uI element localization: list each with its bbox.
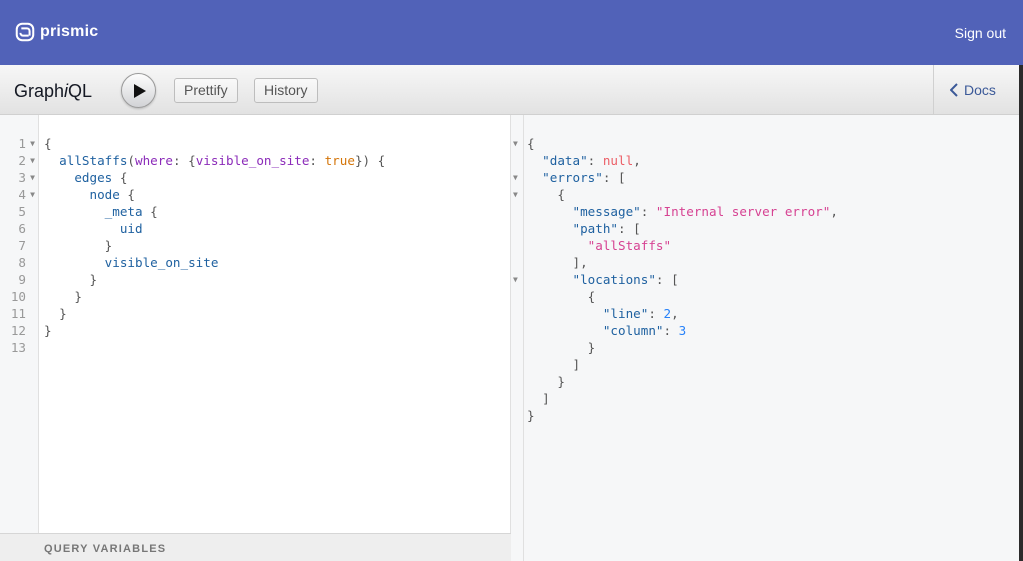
result-line: { [527,187,565,202]
result-line: "line": 2, [602,306,679,321]
prismic-logo[interactable]: prismic [14,21,98,43]
result-folds: ▼ ▼ ▼ ▼ [513,135,523,288]
result-line: } [527,340,596,355]
sign-out-link[interactable]: Sign out [955,25,1006,41]
docs-explorer-toggle[interactable]: Docs [933,65,1021,114]
app-header: prismic Sign out [0,0,1023,65]
result-line: "column": 3 [602,323,687,338]
line-number: 1 ▼ [18,135,35,152]
query-variables-label: QUERY VARIABLES [44,543,167,555]
fold-arrow-icon[interactable]: ▼ [30,135,35,152]
result-line: ] [527,391,550,406]
line-number: 12 [10,323,26,338]
fold-arrow-icon[interactable]: ▼ [513,169,523,186]
code-line[interactable]: } [44,322,385,339]
graphiql-title: GraphiQL [14,81,92,102]
result-line: { [527,136,535,151]
result-line: } [527,408,535,423]
fold-arrow-icon[interactable]: ▼ [513,186,523,203]
result-line: } [527,374,565,389]
execute-query-button[interactable] [121,73,156,108]
result-line: "errors": [ [542,170,626,185]
line-number: 6 [18,221,26,236]
line-number: 4 ▼ [18,186,35,203]
result-gutter: ▼ ▼ ▼ ▼ [511,115,524,561]
line-number: 11 [10,306,26,321]
fold-arrow-icon[interactable]: ▼ [30,169,35,186]
docs-label: Docs [964,82,996,98]
window-edge [1019,65,1023,561]
result-code: { "data": null, "errors": [ { "message":… [527,135,838,424]
result-viewer: ▼ ▼ ▼ ▼ { "data": null, "errors": [ { "m… [511,115,1019,561]
title-ql: QL [68,81,93,101]
line-number: 8 [18,255,26,270]
fold-arrow-icon[interactable]: ▼ [30,186,35,203]
prismic-logo-icon [15,22,35,42]
code-line[interactable]: _meta { [44,203,385,220]
fold-arrow-icon[interactable]: ▼ [513,271,523,288]
result-line: ] [527,357,581,372]
result-line: ], [527,255,588,270]
code-line[interactable]: uid [44,220,385,237]
line-number: 3 ▼ [18,169,35,186]
result-line: "path": [ [572,221,641,236]
fold-arrow-icon[interactable]: ▼ [513,135,523,152]
query-editor[interactable]: 1 ▼ 2 ▼ 3 ▼ 4 ▼ 5 6 7 8 9 10 11 12 13 { allS… [0,115,511,561]
code-line[interactable] [44,339,385,356]
result-line: "allStaffs" [587,238,672,253]
play-icon [134,84,146,98]
code-line[interactable]: edges { [44,169,385,186]
code-line[interactable]: node { [44,186,385,203]
code-line[interactable]: } [44,271,385,288]
code-line[interactable]: { [44,135,385,152]
line-number: 7 [18,238,26,253]
logo-text: prismic [40,23,99,40]
line-number: 5 [18,204,26,219]
code-line[interactable]: visible_on_site [44,254,385,271]
prettify-button[interactable]: Prettify [174,78,238,103]
docs-link[interactable]: Docs [950,82,996,98]
code-line[interactable]: } [44,305,385,322]
code-line[interactable]: } [44,237,385,254]
query-code[interactable]: { allStaffs(where: {visible_on_site: tru… [44,135,385,356]
line-gutter: 1 ▼ 2 ▼ 3 ▼ 4 ▼ 5 6 7 8 9 10 11 12 13 [0,115,39,533]
query-variables-panel[interactable]: QUERY VARIABLES [0,533,511,561]
code-line[interactable]: allStaffs(where: {visible_on_site: true}… [44,152,385,169]
result-line: "message": "Internal server error", [572,204,838,219]
line-number: 13 [10,340,26,355]
result-line: { [527,289,596,304]
line-number: 9 [18,272,26,287]
history-button[interactable]: History [254,78,318,103]
line-number: 2 ▼ [18,152,35,169]
title-graph: Graph [14,81,65,101]
code-line[interactable]: } [44,288,385,305]
result-line: "locations": [ [572,272,679,287]
result-line: "data": null, [542,153,641,168]
fold-arrow-icon[interactable]: ▼ [30,152,35,169]
line-number: 10 [10,289,26,304]
graphiql-toolbar: GraphiQL Prettify History Docs [0,65,1023,115]
chevron-left-icon [950,83,958,97]
line-numbers: 1 ▼ 2 ▼ 3 ▼ 4 ▼ 5 6 7 8 9 10 11 12 13 [0,135,36,356]
